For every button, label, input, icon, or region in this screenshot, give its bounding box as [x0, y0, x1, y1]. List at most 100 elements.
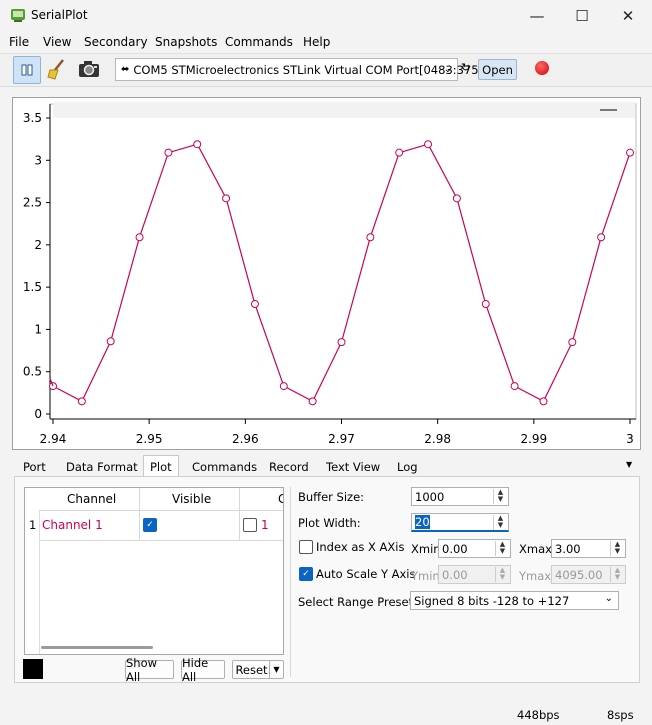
menu-commands[interactable]: Commands	[225, 35, 293, 49]
close-button[interactable]: ✕	[605, 0, 651, 32]
maximize-button[interactable]: ☐	[559, 0, 605, 32]
data-point	[366, 233, 375, 242]
tab-record[interactable]: Record	[263, 457, 315, 477]
tab-commands[interactable]: Commands	[186, 457, 263, 477]
record-button[interactable]	[535, 61, 549, 75]
snapshot-button[interactable]	[76, 56, 102, 82]
range-preset-value: Signed 8 bits -128 to +127	[414, 593, 570, 608]
xmin-label: Xmin	[411, 542, 441, 556]
data-point	[279, 382, 288, 391]
column-header-g[interactable]: G	[278, 492, 283, 506]
channel-g-checkbox[interactable]	[243, 518, 257, 532]
pause-icon	[21, 64, 33, 76]
plot-width-input[interactable]: 20 ▲ ▼	[411, 513, 509, 532]
x-tick-label: 2.94	[40, 432, 67, 446]
maximize-icon: ☐	[575, 7, 589, 25]
chevron-down-icon: ⌄	[443, 64, 452, 75]
reset-button[interactable]: Reset	[232, 660, 271, 679]
ymin-label: Ymin	[411, 569, 440, 583]
menu-view[interactable]: View	[43, 35, 71, 49]
tab-plot[interactable]: Plot	[143, 455, 179, 478]
buffer-size-input[interactable]: 1000 ▲ ▼	[411, 487, 509, 506]
spin-arrows-icon[interactable]: ▲ ▼	[610, 541, 624, 556]
spin-arrows-icon[interactable]: ▲ ▼	[493, 515, 507, 530]
x-tick-label: 2.98	[424, 432, 451, 446]
tab-port[interactable]: Port	[17, 457, 52, 477]
menu-snapshots[interactable]: Snapshots	[155, 35, 217, 49]
clear-button[interactable]	[44, 56, 70, 82]
spin-arrows-icon[interactable]: ▲ ▼	[493, 489, 507, 504]
spin-arrows-icon: ▲ ▼	[495, 567, 509, 582]
y-tick-label: 0	[34, 407, 42, 421]
y-tick-label: 2.5	[23, 196, 42, 210]
ymax-label: Ymax	[519, 569, 552, 583]
minimize-button[interactable]: —	[514, 0, 560, 32]
camera-icon	[79, 61, 99, 77]
index-as-x-label: Index as X AXis	[316, 540, 405, 554]
data-point	[222, 194, 231, 203]
range-preset-label: Select Range Preset:	[298, 595, 417, 609]
port-select[interactable]: ⬌ COM5 STMicroelectronics STLink Virtual…	[115, 58, 490, 81]
port-select-value: COM5 STMicroelectronics STLink Virtual C…	[133, 62, 491, 77]
auto-scale-label: Auto Scale Y Axis	[316, 567, 416, 581]
xmin-value: 0.00	[442, 541, 468, 556]
x-tick-label: 2.99	[520, 432, 547, 446]
plot-svg: 0 0.5 1 1.5 2 2.5 3 3.5 2.94 2.95 2.96 2.97 2.98 2.99…	[23, 102, 637, 446]
pause-button[interactable]	[13, 56, 41, 84]
y-tick-label: 3	[34, 153, 42, 167]
plot-area[interactable]: 0 0.5 1 1.5 2 2.5 3 3.5 2.94 2.95 2.96 2.97 2.98 2.99…	[12, 97, 641, 450]
y-tick-label: 3.5	[23, 111, 42, 125]
x-tick-label: 2.97	[328, 432, 355, 446]
spin-arrows-icon[interactable]: ▲ ▼	[495, 541, 509, 556]
data-point	[193, 140, 202, 149]
data-point	[308, 397, 317, 406]
hide-all-button[interactable]: Hide All	[181, 656, 225, 684]
channel-visible-checkbox[interactable]: ✓	[143, 518, 157, 532]
data-point	[164, 148, 173, 157]
refresh-icon[interactable]: ↻	[461, 61, 470, 74]
open-button[interactable]: Open	[478, 59, 517, 80]
tab-data-format[interactable]: Data Format	[60, 457, 144, 477]
x-tick-label: 2.96	[232, 432, 259, 446]
range-preset-select[interactable]: Signed 8 bits -128 to +127 ⌄	[410, 591, 619, 610]
x-tick-label: 3	[626, 432, 634, 446]
status-bps: 448bps	[517, 708, 560, 722]
menu-file[interactable]: File	[9, 35, 29, 49]
show-all-button[interactable]: Show All	[125, 656, 174, 684]
color-swatch[interactable]	[23, 659, 43, 679]
y-tick-label: 2	[34, 238, 42, 252]
window-title: SerialPlot	[31, 8, 88, 22]
ymin-value: 0.00	[442, 567, 468, 582]
ymin-input: 0.00 ▲ ▼	[438, 565, 511, 584]
menu-help[interactable]: Help	[303, 35, 330, 49]
channel-g-value: 1	[261, 518, 269, 532]
y-tick-label: 1.5	[23, 280, 42, 294]
column-header-visible[interactable]: Visible	[172, 492, 211, 506]
data-point	[626, 148, 634, 157]
xmax-input[interactable]: 3.00 ▲ ▼	[551, 539, 626, 558]
data-point	[250, 300, 259, 309]
tab-overflow-icon[interactable]: ▼	[626, 460, 632, 469]
ymax-value: 4095.00	[555, 567, 603, 582]
data-point	[106, 337, 115, 346]
ymax-input: 4095.00 ▲ ▼	[551, 565, 626, 584]
close-icon: ✕	[621, 7, 635, 25]
data-point	[597, 233, 606, 242]
tab-text-view[interactable]: Text View	[320, 457, 386, 477]
index-as-x-checkbox[interactable]	[299, 540, 313, 554]
data-point	[452, 194, 461, 203]
menu-secondary[interactable]: Secondary	[84, 35, 148, 49]
column-header-channel[interactable]: Channel	[67, 492, 116, 506]
data-point	[395, 148, 404, 157]
chevron-down-icon: ⌄	[604, 593, 613, 604]
data-point	[337, 338, 346, 347]
reset-dropdown-button[interactable]: ▼	[269, 660, 284, 679]
channel-name[interactable]: Channel 1	[42, 518, 103, 532]
y-tick-label: 1	[34, 322, 42, 336]
tab-log[interactable]: Log	[391, 457, 424, 477]
xmin-input[interactable]: 0.00 ▲ ▼	[438, 539, 511, 558]
panel-divider	[290, 487, 291, 677]
data-point	[510, 382, 519, 391]
horizontal-scrollbar[interactable]	[41, 646, 153, 649]
auto-scale-checkbox[interactable]: ✓	[299, 567, 313, 581]
